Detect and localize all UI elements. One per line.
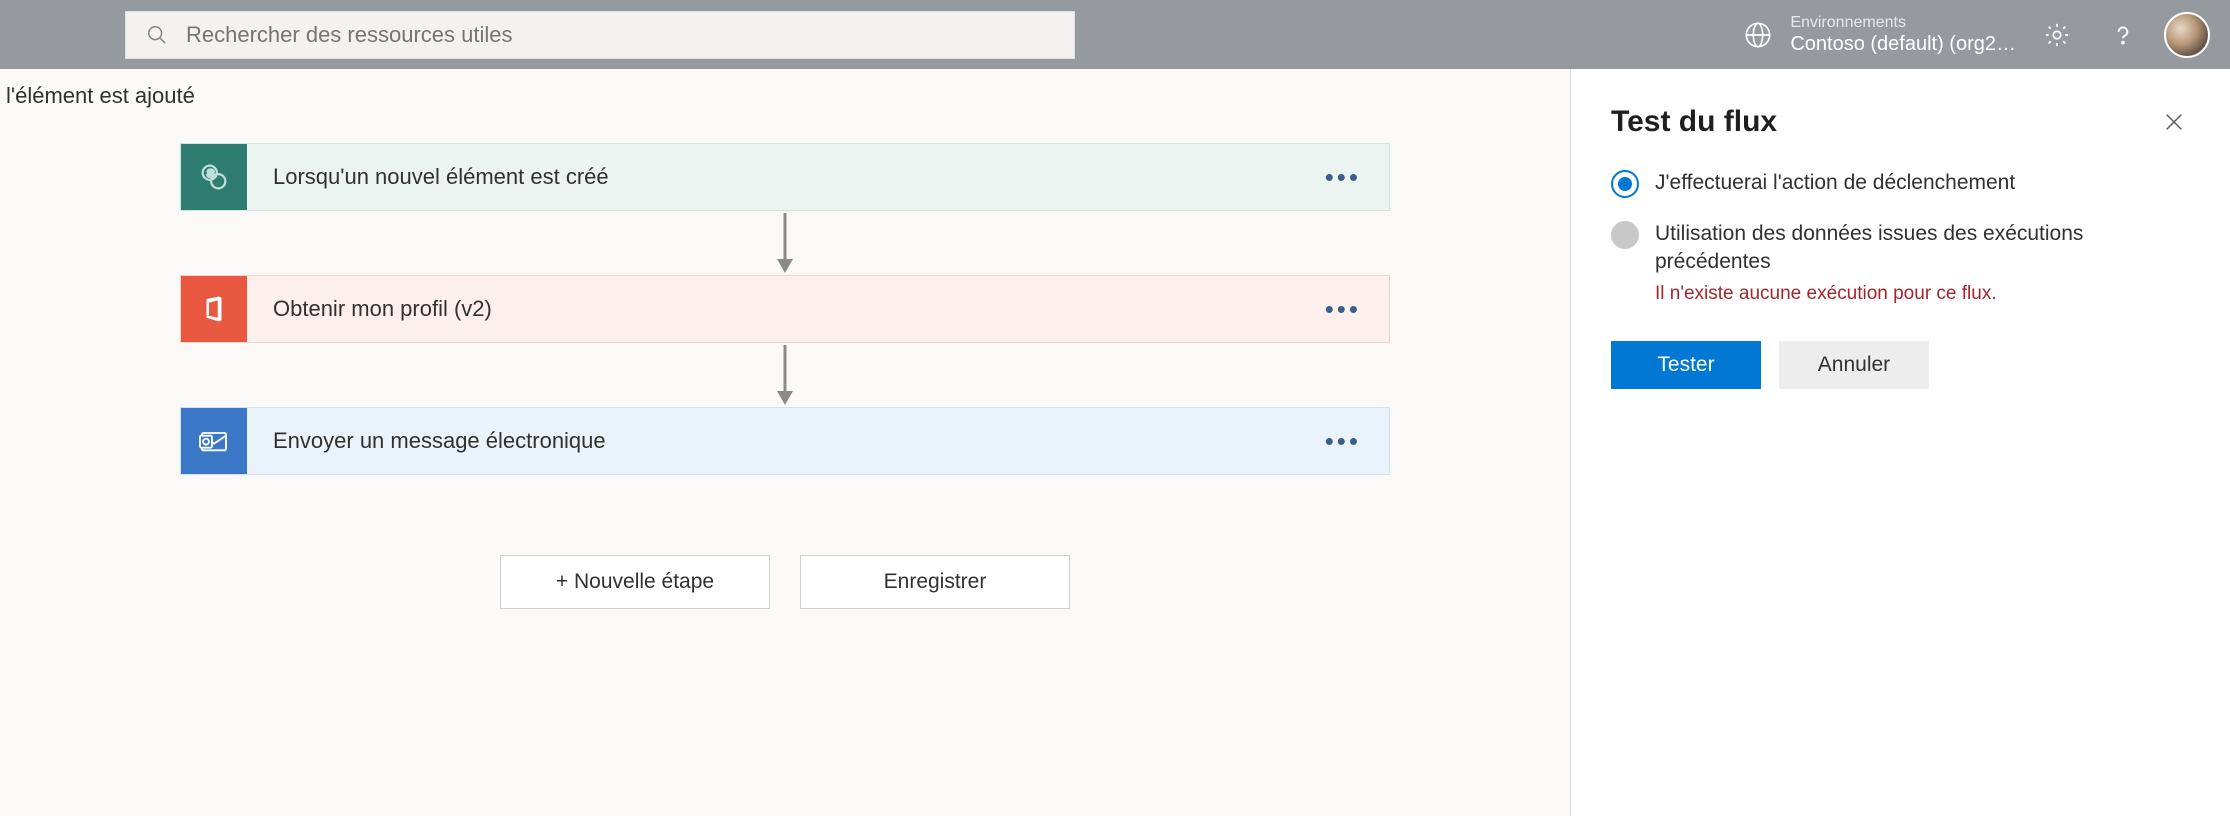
close-icon: [2163, 111, 2185, 133]
flow-step-label: Envoyer un message électronique: [273, 428, 1291, 454]
save-button[interactable]: Enregistrer: [800, 555, 1070, 609]
gear-icon: [2043, 21, 2071, 49]
close-panel-button[interactable]: [2158, 106, 2190, 138]
radio-option-previous: Utilisation des données issues des exécu…: [1611, 214, 2190, 305]
step-menu-button[interactable]: •••: [1317, 422, 1369, 461]
flow-title: l'élément est ajouté: [0, 69, 201, 123]
radio-label: Utilisation des données issues des exécu…: [1655, 220, 2190, 277]
office-icon: [181, 276, 247, 342]
help-button[interactable]: [2098, 10, 2148, 60]
top-header: Environnements Contoso (default) (org2…: [0, 0, 2230, 69]
environment-text: Environnements Contoso (default) (org2…: [1790, 13, 2016, 56]
step-menu-button[interactable]: •••: [1317, 158, 1369, 197]
radio-error-text: Il n'existe aucune exécution pour ce flu…: [1655, 283, 2190, 305]
globe-icon: [1744, 21, 1772, 49]
environment-label: Environnements: [1790, 13, 2016, 32]
test-button[interactable]: Tester: [1611, 341, 1761, 389]
cancel-button[interactable]: Annuler: [1779, 341, 1929, 389]
radio-indicator: [1611, 221, 1639, 249]
flow-canvas: l'élément est ajouté S Lorsqu'un nouvel …: [0, 69, 1570, 816]
connector-arrow: [770, 343, 800, 407]
outlook-icon: [181, 408, 247, 474]
svg-text:S: S: [207, 168, 215, 180]
new-step-button[interactable]: + Nouvelle étape: [500, 555, 770, 609]
help-icon: [2110, 22, 2136, 48]
test-flow-panel: Test du flux J'effectuerai l'action de d…: [1570, 69, 2230, 816]
search-input[interactable]: [186, 22, 1054, 48]
radio-indicator: [1611, 170, 1639, 198]
flow-step-email[interactable]: Envoyer un message électronique •••: [180, 407, 1390, 475]
flow-step-label: Obtenir mon profil (v2): [273, 296, 1291, 322]
panel-title: Test du flux: [1611, 105, 1777, 139]
settings-button[interactable]: [2032, 10, 2082, 60]
step-menu-button[interactable]: •••: [1317, 290, 1369, 329]
flow-step-trigger[interactable]: S Lorsqu'un nouvel élément est créé •••: [180, 143, 1390, 211]
environment-value: Contoso (default) (org2…: [1790, 32, 2016, 56]
flow-step-profile[interactable]: Obtenir mon profil (v2) •••: [180, 275, 1390, 343]
search-icon: [146, 24, 168, 46]
environment-picker[interactable]: Environnements Contoso (default) (org2…: [1744, 13, 2016, 56]
connector-arrow: [770, 211, 800, 275]
search-box[interactable]: [125, 11, 1075, 59]
radio-option-manual[interactable]: J'effectuerai l'action de déclenchement: [1611, 155, 2190, 198]
avatar[interactable]: [2164, 12, 2210, 58]
sharepoint-icon: S: [181, 144, 247, 210]
radio-label: J'effectuerai l'action de déclenchement: [1655, 169, 2015, 197]
flow-step-label: Lorsqu'un nouvel élément est créé: [273, 164, 1291, 190]
